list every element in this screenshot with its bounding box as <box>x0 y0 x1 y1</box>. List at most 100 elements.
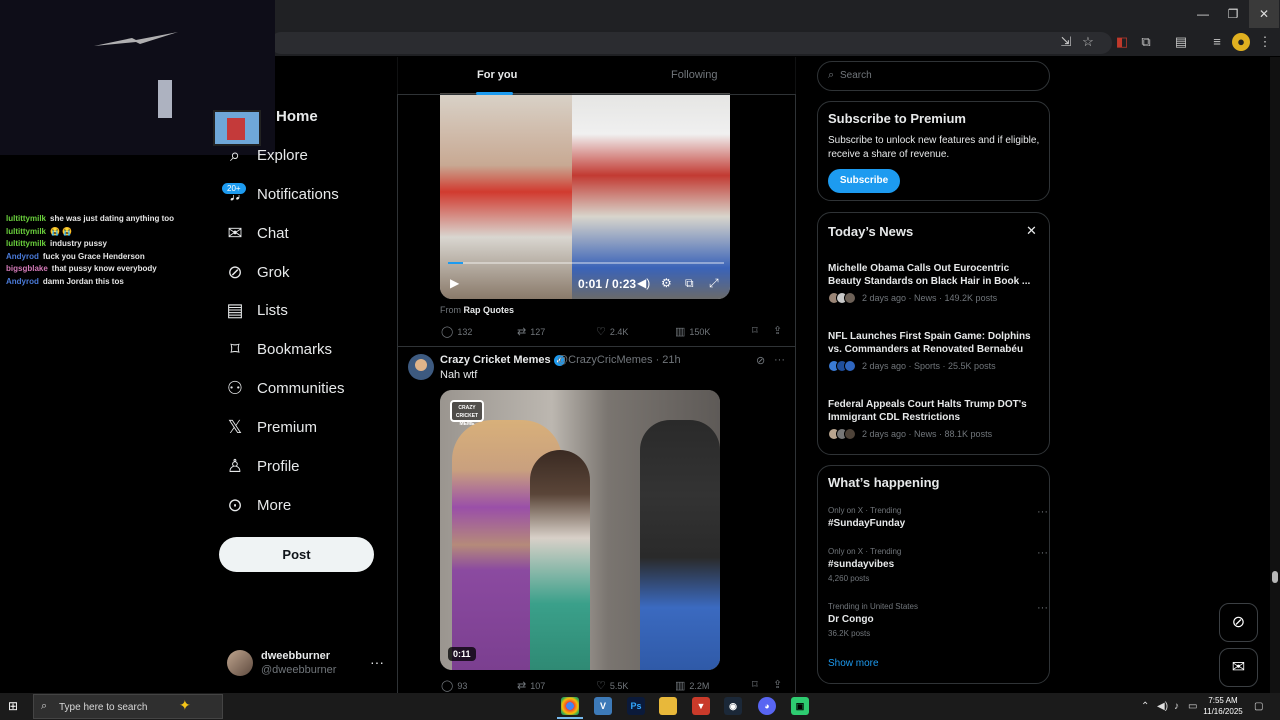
news-item[interactable]: Federal Appeals Court Halts Trump DOT's … <box>828 398 1043 440</box>
brave-app-icon[interactable]: ▼ <box>692 697 710 715</box>
steam-app-icon[interactable]: ◉ <box>724 697 742 715</box>
grok-fab-icon[interactable]: ⊘ <box>1219 603 1258 642</box>
browser-menu-icon[interactable]: ⋮ <box>1256 33 1274 51</box>
chat-user: bigsgblake <box>6 264 48 273</box>
search-input[interactable]: ⌕ Search <box>817 61 1050 91</box>
page-scrollbar[interactable] <box>1270 57 1280 693</box>
news-item[interactable]: Michelle Obama Calls Out Eurocentric Bea… <box>828 262 1043 304</box>
photoshop-app-icon[interactable]: Ps <box>627 697 645 715</box>
account-switcher[interactable]: dweebburner @dweebburner ··· <box>226 648 386 680</box>
trend-item[interactable]: Trending in United States Dr Congo 36.2K… <box>828 602 1048 638</box>
trend-item[interactable]: Only on X · Trending #SundayFunday ··· <box>828 506 1048 529</box>
tab-for-you[interactable]: For you <box>477 69 517 81</box>
taskbar-search[interactable]: ⌕ Type here to search ✦ <box>33 694 223 719</box>
microphone-icon[interactable]: ♪ <box>1174 701 1179 712</box>
video-progress-bar[interactable] <box>448 262 724 264</box>
more-dots-icon[interactable]: ··· <box>1037 547 1048 559</box>
news-headline: NFL Launches First Spain Game: Dolphins … <box>828 331 1031 355</box>
close-window-button[interactable]: ✕ <box>1249 0 1279 28</box>
fullscreen-icon[interactable]: ⤢ <box>709 276 719 291</box>
bookmark-action[interactable]: ⌑ <box>752 678 762 691</box>
more-dots-icon[interactable]: ··· <box>370 654 384 670</box>
tweet-video[interactable]: CRAZY CRICKET MEME <box>440 390 720 670</box>
tweet-author[interactable]: Crazy Cricket Memes ✓ <box>440 354 565 366</box>
restore-button[interactable]: ❐ <box>1218 0 1248 28</box>
subscribe-button[interactable]: Subscribe <box>828 169 900 193</box>
video-right-frame <box>572 93 730 299</box>
minimize-button[interactable]: — <box>1188 0 1218 28</box>
install-app-icon[interactable]: ⇲ <box>1057 33 1075 51</box>
tab-following[interactable]: Following <box>671 69 717 81</box>
play-icon[interactable]: ▶ <box>450 276 459 290</box>
tab-search-icon[interactable]: ▤ <box>1172 33 1190 51</box>
nav-more-label: More <box>257 496 292 514</box>
view-count: 2.2M <box>689 680 710 691</box>
volume-icon[interactable]: ◀) <box>637 276 650 290</box>
author-name: Crazy Cricket Memes <box>440 354 551 366</box>
messages-fab-icon[interactable]: ✉ <box>1219 648 1258 687</box>
chevron-up-icon[interactable]: ⌃ <box>1141 701 1149 712</box>
more-dots-icon[interactable]: ··· <box>1037 602 1048 614</box>
more-dots-icon[interactable]: ··· <box>774 354 785 366</box>
discord-app-icon[interactable]: ◕ <box>758 697 776 715</box>
watermark-logo: CRAZY CRICKET MEME <box>450 400 484 427</box>
search-icon: ⌕ <box>828 69 835 81</box>
chat-line: Andyrod fuck you Grace Henderson <box>6 251 216 264</box>
repost-action[interactable]: ⇄ 107 <box>517 679 545 692</box>
more-dots-icon[interactable]: ··· <box>1037 506 1048 518</box>
network-icon[interactable]: ▭ <box>1188 701 1197 712</box>
share-action[interactable]: ⇪ <box>773 324 786 337</box>
bookmark-star-icon[interactable]: ☆ <box>1079 33 1097 51</box>
extensions-puzzle-icon[interactable]: ⧉ <box>1137 33 1155 51</box>
taskbar-clock[interactable]: 7:55 AM 11/16/2025 <box>1200 695 1246 717</box>
nav-lists[interactable]: ▤ Lists <box>222 295 287 325</box>
pip-icon[interactable]: ⧉ <box>685 276 694 291</box>
vegas-app-icon[interactable]: V <box>594 697 612 715</box>
video-source[interactable]: From Rap Quotes <box>440 305 514 315</box>
extension-record-icon[interactable]: ◧ <box>1113 33 1131 51</box>
like-action[interactable]: ♡ 5.5K <box>596 679 628 692</box>
show-more-link[interactable]: Show more <box>828 658 879 669</box>
like-action[interactable]: ♡ 2.4K <box>596 325 628 338</box>
grok-icon[interactable]: ⊘ <box>756 354 765 367</box>
app-icon[interactable]: ▣ <box>791 697 809 715</box>
ceiling-fan-icon <box>94 32 178 46</box>
reply-action[interactable]: ◯ 132 <box>441 325 472 338</box>
nav-chat[interactable]: ✉ Chat <box>222 218 288 248</box>
avatar[interactable] <box>408 354 434 380</box>
volume-icon[interactable]: ◀) <box>1157 701 1168 712</box>
views-action[interactable]: ▥ 150K <box>675 325 710 338</box>
media-control-icon[interactable]: ≡ <box>1208 33 1226 51</box>
trend-topic: #SundayFunday <box>828 518 906 529</box>
chrome-app-icon[interactable] <box>557 697 583 719</box>
news-item[interactable]: NFL Launches First Spain Game: Dolphins … <box>828 330 1043 372</box>
scrollbar-thumb[interactable] <box>1272 571 1278 583</box>
nav-communities[interactable]: ⚇ Communities <box>222 373 345 403</box>
author-handle[interactable]: @CrazyCricMemes · 21h <box>557 354 681 366</box>
nav-explore[interactable]: ⌕ Explore <box>222 140 308 170</box>
notification-center-icon[interactable]: ▢ <box>1254 701 1263 712</box>
close-icon[interactable]: ✕ <box>1026 223 1037 239</box>
share-action[interactable]: ⇪ <box>773 678 786 691</box>
file-explorer-icon[interactable] <box>659 697 677 715</box>
nav-profile[interactable]: ♙ Profile <box>222 451 300 481</box>
trend-item[interactable]: Only on X · Trending #sundayvibes 4,260 … <box>828 547 1048 583</box>
settings-gear-icon[interactable]: ⚙ <box>661 276 672 290</box>
omnibox[interactable] <box>270 32 1112 54</box>
video-timestamp: 0:01 / 0:23 <box>578 277 637 291</box>
from-label: From <box>440 305 461 315</box>
nav-more[interactable]: ⊙ More <box>222 490 291 520</box>
nav-grok[interactable]: ⊘ Grok <box>222 257 289 287</box>
profile-avatar-icon[interactable]: ● <box>1232 33 1250 51</box>
nav-bookmarks[interactable]: ⌑ Bookmarks <box>222 334 332 364</box>
post-button[interactable]: Post <box>219 537 374 572</box>
nav-premium[interactable]: 𝕏 Premium <box>222 412 317 442</box>
views-action[interactable]: ▥ 2.2M <box>675 679 709 692</box>
tweet-video[interactable] <box>440 93 730 299</box>
reply-count: 93 <box>457 680 468 691</box>
reply-action[interactable]: ◯ 93 <box>441 679 467 692</box>
repost-action[interactable]: ⇄ 127 <box>517 325 545 338</box>
windows-start-icon[interactable]: ⊞ <box>8 699 18 713</box>
bookmark-action[interactable]: ⌑ <box>752 324 762 337</box>
nav-home[interactable]: Home <box>276 101 318 131</box>
